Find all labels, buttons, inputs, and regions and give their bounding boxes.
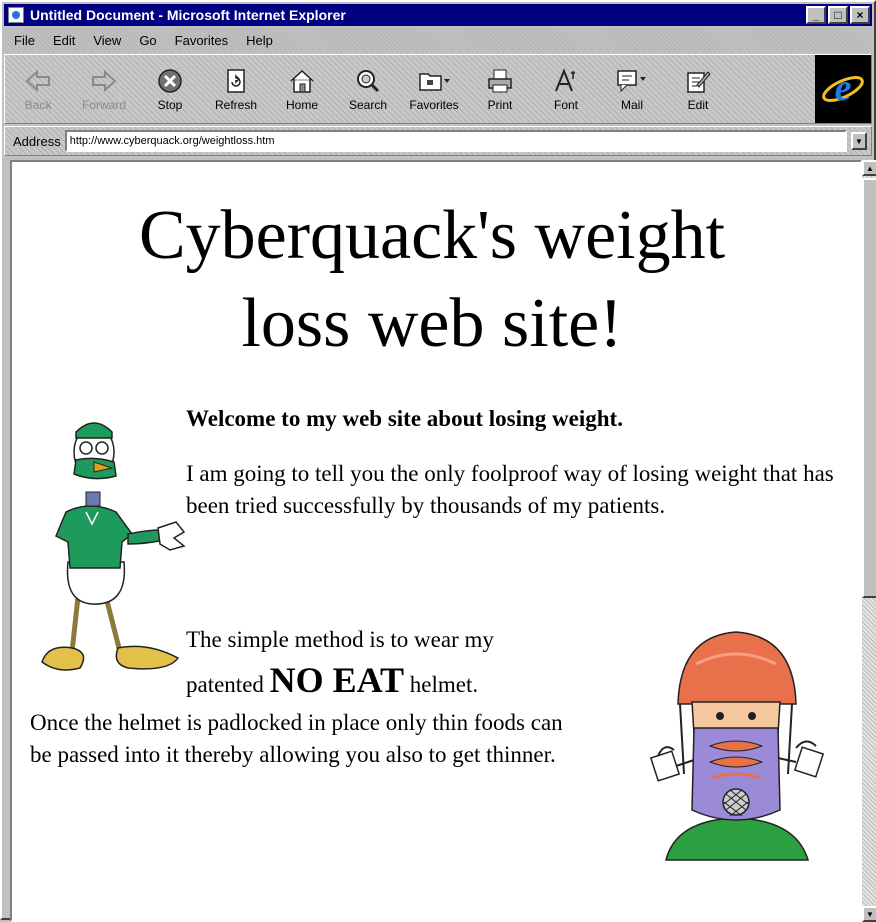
favorites-icon: [417, 66, 451, 96]
scroll-up-icon[interactable]: ▲: [862, 160, 876, 176]
page-content: Cyberquack's weight loss web site! Welco…: [10, 160, 862, 922]
forward-label: Forward: [81, 98, 126, 112]
vertical-scrollbar[interactable]: ▲ ▼: [862, 160, 876, 922]
edit-button[interactable]: Edit: [665, 58, 731, 120]
simple-method-text: The simple method is to wear my: [186, 627, 494, 652]
refresh-icon: [219, 66, 253, 96]
home-label: Home: [285, 98, 318, 112]
stop-button[interactable]: Stop: [137, 58, 203, 120]
maximize-button[interactable]: □: [828, 6, 848, 24]
back-arrow-icon: [21, 66, 55, 96]
window-title: Untitled Document - Microsoft Internet E…: [30, 7, 346, 23]
ie-app-icon[interactable]: [8, 7, 24, 23]
back-label: Back: [24, 98, 52, 112]
page-heading-line-2: loss web site!: [241, 285, 623, 362]
menu-edit[interactable]: Edit: [51, 33, 77, 48]
refresh-button[interactable]: Refresh: [203, 58, 269, 120]
search-icon: [351, 66, 385, 96]
browser-window: Untitled Document - Microsoft Internet E…: [0, 0, 876, 922]
stop-icon: [153, 66, 187, 96]
helmet-paragraph: Once the helmet is padlocked in place on…: [30, 710, 563, 767]
edit-label: Edit: [687, 98, 709, 112]
menu-go[interactable]: Go: [137, 33, 158, 48]
search-button[interactable]: Search: [335, 58, 401, 120]
back-button[interactable]: Back: [5, 58, 71, 120]
search-label: Search: [348, 98, 388, 112]
address-bar: Address http://www.cyberquack.org/weight…: [4, 126, 872, 156]
print-label: Print: [487, 98, 513, 112]
no-eat-helmet-illustration: [649, 631, 825, 861]
minimize-button[interactable]: _: [806, 6, 826, 24]
print-icon: [483, 66, 517, 96]
favorites-button[interactable]: Favorites: [401, 58, 467, 120]
print-button[interactable]: Print: [467, 58, 533, 120]
no-eat-text: NO EAT: [269, 660, 405, 700]
duck-doctor-illustration: [41, 422, 186, 671]
menu-help[interactable]: Help: [244, 33, 275, 48]
menu-view[interactable]: View: [91, 33, 123, 48]
page-heading-line-1: Cyberquack's weight: [138, 197, 726, 274]
intro-paragraph: I am going to tell you the only foolproo…: [186, 461, 834, 518]
refresh-label: Refresh: [214, 98, 258, 112]
menu-file[interactable]: File: [12, 33, 37, 48]
ie-logo-icon: e: [815, 55, 871, 123]
home-button[interactable]: Home: [269, 58, 335, 120]
stop-label: Stop: [157, 98, 183, 112]
font-button[interactable]: Font: [533, 58, 599, 120]
title-bar: Untitled Document - Microsoft Internet E…: [4, 4, 872, 26]
page-heading: Cyberquack's weight loss web site!: [32, 192, 832, 368]
mail-label: Mail: [620, 98, 643, 112]
close-button[interactable]: ×: [850, 6, 870, 24]
favorites-label: Favorites: [409, 98, 459, 112]
mail-icon: [615, 66, 649, 96]
font-icon: [549, 66, 583, 96]
menu-bar: File Edit View Go Favorites Help: [4, 28, 872, 52]
forward-arrow-icon: [87, 66, 121, 96]
home-icon: [285, 66, 319, 96]
patented-post-text: helmet.: [409, 672, 479, 697]
edit-icon: [681, 66, 715, 96]
address-input[interactable]: http://www.cyberquack.org/weightloss.htm: [64, 130, 847, 152]
toolbar: Back Forward Stop Refresh Home Search Fa…: [4, 54, 872, 124]
address-dropdown-icon[interactable]: ▼: [851, 132, 867, 150]
forward-button[interactable]: Forward: [71, 58, 137, 120]
font-label: Font: [553, 98, 578, 112]
welcome-text: Welcome to my web site about losing weig…: [186, 406, 623, 431]
scroll-thumb[interactable]: [862, 178, 876, 598]
address-label: Address: [13, 133, 61, 149]
menu-favorites[interactable]: Favorites: [173, 33, 230, 48]
svg-text:e: e: [835, 67, 852, 109]
mail-button[interactable]: Mail: [599, 58, 665, 120]
patented-line: patented NO EAT helmet.: [186, 658, 478, 707]
patented-pre-text: patented: [186, 672, 264, 697]
